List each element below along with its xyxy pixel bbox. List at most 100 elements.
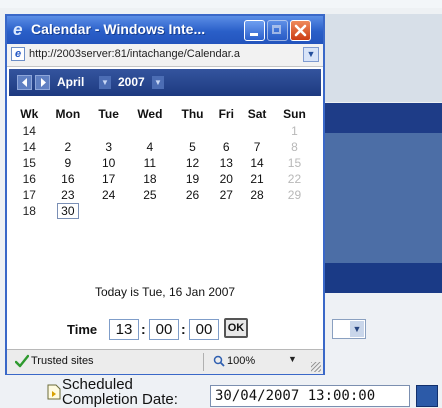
calendar-day[interactable]: 3: [90, 139, 127, 155]
chevron-down-icon: ▼: [99, 76, 111, 89]
document-arrow-icon: [47, 384, 61, 400]
calendar-day: [90, 203, 127, 219]
calendar-day[interactable]: 27: [212, 187, 240, 203]
calendar-day[interactable]: 10: [90, 155, 127, 171]
background-dropdown[interactable]: ▼: [332, 319, 366, 339]
day-header: Thu: [181, 107, 204, 121]
chevron-down-icon[interactable]: ▼: [350, 321, 364, 337]
ok-button[interactable]: OK: [224, 318, 248, 338]
resize-grip[interactable]: [311, 362, 321, 372]
calendar-day[interactable]: 16: [46, 171, 91, 187]
calendar-day[interactable]: 21: [240, 171, 274, 187]
security-zone-label: Trusted sites: [31, 355, 94, 367]
calendar-day[interactable]: 12: [173, 155, 213, 171]
week-number: 18: [22, 204, 36, 218]
day-header: Sun: [283, 107, 306, 121]
calendar-day: [127, 123, 172, 139]
day-header: Tue: [98, 107, 119, 121]
zoom-level[interactable]: 100%: [227, 355, 255, 367]
calendar-day[interactable]: 6: [212, 139, 240, 155]
chevron-down-icon: ▼: [306, 49, 316, 59]
year-select[interactable]: 2007 ▼: [118, 74, 164, 91]
minimize-button[interactable]: [244, 20, 265, 41]
calendar-day[interactable]: 13: [212, 155, 240, 171]
status-divider: [203, 353, 204, 371]
calendar-day[interactable]: 19: [173, 171, 213, 187]
calendar-day: [212, 203, 240, 219]
close-button[interactable]: [290, 20, 311, 41]
calendar-day: [127, 203, 172, 219]
calendar-day[interactable]: 1: [274, 123, 315, 139]
today-text: Today is Tue, 16 Jan 2007: [94, 285, 236, 299]
calendar-day[interactable]: 28: [240, 187, 274, 203]
previous-month-button[interactable]: [17, 75, 32, 90]
close-icon: [294, 24, 307, 37]
calendar-day: [274, 203, 315, 219]
calendar-day[interactable]: 5: [173, 139, 213, 155]
selected-calendar-day[interactable]: 30: [46, 203, 91, 219]
calendar-day[interactable]: 7: [240, 139, 274, 155]
calendar-day[interactable]: 29: [274, 187, 315, 203]
calendar-week-row: 14 2 3 4 5 6 7 8: [13, 139, 315, 155]
calendar-week-row: 15 9 10 11 12 13 14 15: [13, 155, 315, 171]
time-separator: :: [181, 321, 186, 337]
day-header: Mon: [55, 107, 81, 121]
background-panel: [325, 14, 442, 102]
calendar-day[interactable]: 14: [240, 155, 274, 171]
month-select[interactable]: April ▼: [57, 74, 111, 91]
maximize-button[interactable]: [267, 20, 288, 41]
magnifier-icon: [213, 355, 225, 367]
calendar-header: April ▼ 2007 ▼: [9, 69, 321, 96]
calendar-day[interactable]: 8: [274, 139, 315, 155]
calendar-day: [46, 123, 91, 139]
calendar-content: April ▼ 2007 ▼ Wk Mon Tue Wed Thu Fri Sa…: [7, 67, 323, 349]
time-label: Time: [67, 322, 98, 337]
calendar-day: [90, 123, 127, 139]
address-dropdown-button[interactable]: ▼: [303, 47, 319, 62]
week-header: Wk: [20, 107, 39, 121]
calendar-week-row: 18 30: [13, 203, 315, 219]
week-number: 14: [22, 124, 36, 138]
page-icon: e: [11, 47, 25, 61]
calendar-day: [240, 123, 274, 139]
selected-day-label: 30: [57, 203, 79, 219]
calendar-day[interactable]: 2: [46, 139, 91, 155]
week-number: 16: [22, 172, 36, 186]
minute-field[interactable]: 00: [149, 319, 179, 340]
zoom-dropdown-icon[interactable]: ▼: [288, 354, 297, 364]
address-bar: e http://2003server:81/intachange/Calend…: [7, 44, 323, 67]
scheduled-completion-date-field[interactable]: 30/04/2007 13:00:00: [210, 385, 410, 407]
calendar-grid: Wk Mon Tue Wed Thu Fri Sat Sun 14 1 14 2…: [13, 105, 315, 219]
status-bar: Trusted sites 100% ▼: [7, 349, 323, 374]
hour-field[interactable]: 13: [109, 319, 139, 340]
chevron-down-icon: ▼: [152, 76, 164, 89]
week-number: 14: [22, 140, 36, 154]
window-titlebar[interactable]: e Calendar - Windows Inte...: [7, 16, 323, 44]
calendar-week-row: 17 23 24 25 26 27 28 29: [13, 187, 315, 203]
calendar-week-row: 16 16 17 18 19 20 21 22: [13, 171, 315, 187]
internet-explorer-icon: e: [13, 20, 23, 39]
background-panel-blue: [325, 133, 442, 263]
calendar-day[interactable]: 25: [127, 187, 172, 203]
calendar-day[interactable]: 17: [90, 171, 127, 187]
arrow-left-icon: [22, 78, 27, 87]
calendar-day: [240, 203, 274, 219]
calendar-day[interactable]: 20: [212, 171, 240, 187]
address-url[interactable]: http://2003server:81/intachange/Calendar…: [29, 48, 299, 60]
calendar-picker-button[interactable]: [416, 385, 438, 407]
calendar-day[interactable]: 15: [274, 155, 315, 171]
calendar-day[interactable]: 24: [90, 187, 127, 203]
next-month-button[interactable]: [35, 75, 50, 90]
day-header: Wed: [137, 107, 163, 121]
calendar-day[interactable]: 9: [46, 155, 91, 171]
calendar-day[interactable]: 22: [274, 171, 315, 187]
calendar-day: [173, 123, 213, 139]
calendar-day[interactable]: 18: [127, 171, 172, 187]
calendar-day[interactable]: 23: [46, 187, 91, 203]
week-number: 15: [22, 156, 36, 170]
second-field[interactable]: 00: [189, 319, 219, 340]
calendar-day[interactable]: 4: [127, 139, 172, 155]
calendar-popup-window: e Calendar - Windows Inte... e http://20…: [5, 14, 325, 375]
calendar-day[interactable]: 26: [173, 187, 213, 203]
calendar-day[interactable]: 11: [127, 155, 172, 171]
